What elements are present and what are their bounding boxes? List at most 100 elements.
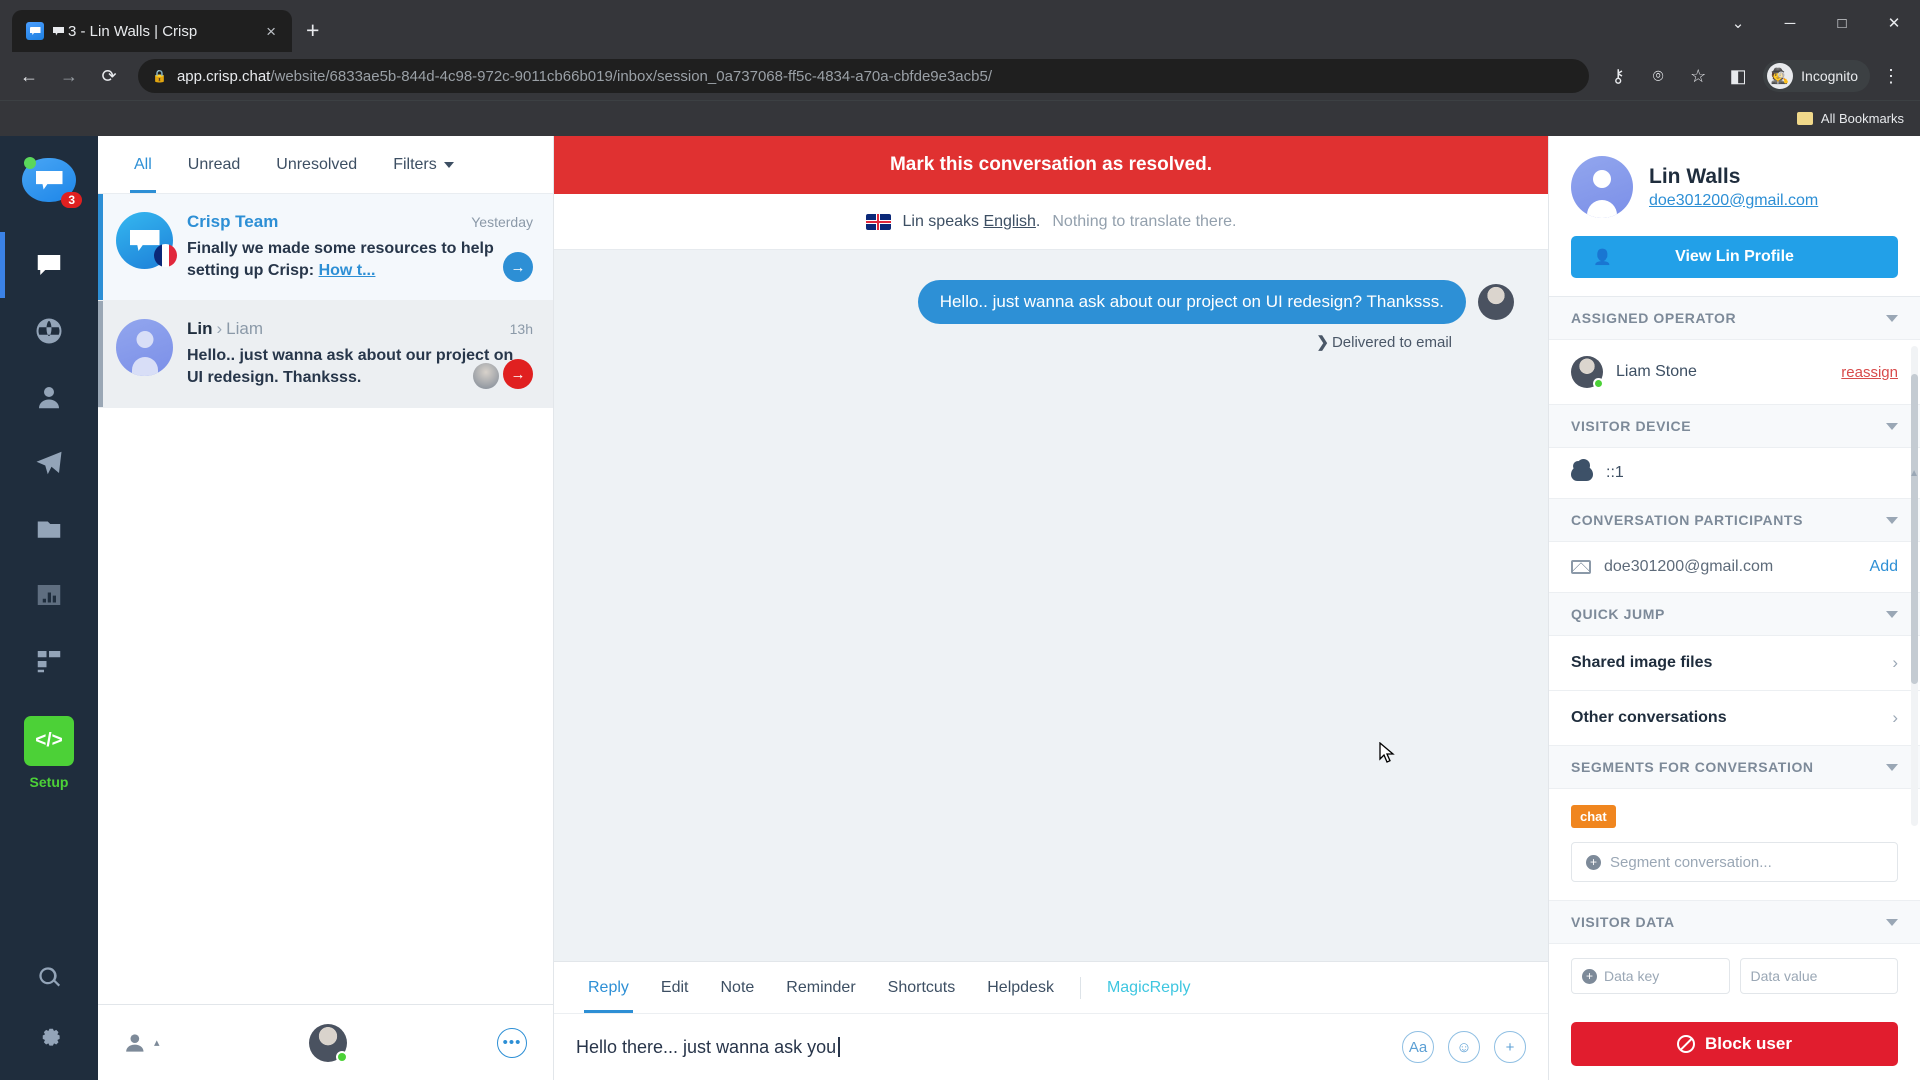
gear-icon[interactable] [26, 1012, 72, 1058]
translation-bar: Lin speaks English. Nothing to translate… [554, 194, 1548, 250]
all-bookmarks-label[interactable]: All Bookmarks [1821, 111, 1904, 126]
scrollbar-thumb[interactable] [1911, 374, 1918, 684]
section-conversation-participants[interactable]: CONVERSATION PARTICIPANTS [1549, 499, 1920, 542]
participant-email: doe301200@gmail.com [1604, 558, 1773, 576]
mail-icon [1571, 560, 1591, 574]
close-icon[interactable]: × [262, 21, 280, 42]
sidebar-item-visitors[interactable] [0, 298, 98, 364]
chevron-down-icon [1886, 611, 1898, 618]
forward-icon[interactable]: → [50, 57, 88, 95]
address-bar[interactable]: 🔒 app.crisp.chat/website/6833ae5b-844d-4… [138, 59, 1589, 93]
sidebar-item-analytics[interactable] [0, 562, 98, 628]
window-close-icon[interactable]: ✕ [1868, 14, 1920, 32]
composer-tabs: Reply Edit Note Reminder Shortcuts Helpd… [554, 962, 1548, 1014]
visitor-email[interactable]: doe301200@gmail.com [1649, 192, 1818, 210]
operator-name: Liam Stone [1616, 363, 1697, 381]
more-options-icon[interactable]: ••• [497, 1028, 527, 1058]
open-conversation-icon[interactable]: → [503, 252, 533, 282]
maximize-icon[interactable]: □ [1816, 15, 1868, 32]
app-root: 3 - Lin Walls | Crisp × + ⌄ ─ □ ✕ ← → ⟳ … [0, 0, 1920, 1080]
section-visitor-device[interactable]: VISITOR DEVICE [1549, 405, 1920, 448]
operator-filter-button[interactable]: ▴ [124, 1030, 160, 1056]
tab-filters[interactable]: Filters [375, 136, 472, 193]
emoji-icon[interactable]: ☺ [1448, 1031, 1480, 1063]
participant-row: doe301200@gmail.com Add [1549, 542, 1920, 593]
quick-jump-label: Other conversations [1571, 709, 1727, 727]
language-name[interactable]: English [983, 213, 1035, 230]
section-quick-jump[interactable]: QUICK JUMP [1549, 593, 1920, 636]
tracking-protection-icon[interactable]: ⌾ [1639, 57, 1677, 95]
tab-reply[interactable]: Reply [572, 962, 645, 1013]
crisp-logo[interactable]: 3 [22, 158, 76, 206]
new-tab-button[interactable]: + [306, 17, 319, 44]
section-segments[interactable]: SEGMENTS FOR CONVERSATION [1549, 746, 1920, 789]
message-row: Hello.. just wanna ask about our project… [588, 280, 1514, 324]
section-assigned-operator[interactable]: ASSIGNED OPERATOR [1549, 297, 1920, 340]
block-user-button[interactable]: Block user [1571, 1022, 1898, 1066]
tab-unresolved[interactable]: Unresolved [258, 136, 375, 193]
setup-button[interactable]: </> Setup [24, 716, 74, 790]
list-item[interactable]: Crisp Team Yesterday Finally we made som… [98, 194, 553, 301]
reload-icon[interactable]: ⟳ [90, 57, 128, 95]
chevron-right-icon: › [1892, 653, 1898, 673]
scroll-up-icon[interactable]: ▲ [1909, 468, 1919, 479]
sidebar-item-contacts[interactable] [0, 364, 98, 430]
password-key-icon[interactable]: ⚷ [1599, 57, 1637, 95]
minimize-icon[interactable]: ⌄ [1712, 14, 1764, 32]
bookmarks-bar: All Bookmarks [0, 100, 1920, 136]
chevron-right-icon: › [1892, 708, 1898, 728]
tab-helpdesk[interactable]: Helpdesk [971, 962, 1070, 1013]
section-title: SEGMENTS FOR CONVERSATION [1571, 759, 1814, 775]
reassign-link[interactable]: reassign [1841, 364, 1898, 381]
search-icon[interactable] [26, 954, 72, 1000]
device-value: ::1 [1606, 464, 1624, 482]
browser-menu-icon[interactable]: ⋮ [1872, 57, 1910, 95]
tab-edit[interactable]: Edit [645, 962, 705, 1013]
incognito-profile-button[interactable]: 🕵 Incognito [1763, 60, 1870, 92]
add-attachment-icon[interactable]: + [1494, 1031, 1526, 1063]
restore-icon[interactable]: ─ [1764, 15, 1816, 32]
tab-reminder[interactable]: Reminder [770, 962, 871, 1013]
sidebar-item-campaigns[interactable] [0, 430, 98, 496]
data-value-input[interactable]: Data value [1740, 958, 1899, 994]
panel-scrollbar[interactable] [1911, 346, 1918, 826]
tab-note[interactable]: Note [704, 962, 770, 1013]
quick-jump-other-conversations[interactable]: Other conversations › [1549, 691, 1920, 746]
conversation-panel: Mark this conversation as resolved. Lin … [554, 136, 1548, 1080]
tab-unread-label: Unread [188, 156, 240, 174]
tab-shortcuts[interactable]: Shortcuts [872, 962, 972, 1013]
mark-resolved-banner[interactable]: Mark this conversation as resolved. [554, 136, 1548, 194]
avatar [116, 319, 173, 376]
incognito-label: Incognito [1801, 68, 1858, 84]
quick-jump-shared-images[interactable]: Shared image files › [1549, 636, 1920, 691]
bookmark-star-icon[interactable]: ☆ [1679, 57, 1717, 95]
conversation-list-footer: ▴ ••• [98, 1004, 553, 1080]
preview-link[interactable]: How t... [319, 262, 376, 279]
sidebar-item-plugins[interactable] [0, 628, 98, 694]
tab-unread[interactable]: Unread [170, 136, 258, 193]
format-text-icon[interactable]: Aa [1402, 1031, 1434, 1063]
browser-tab[interactable]: 3 - Lin Walls | Crisp × [12, 10, 292, 52]
tab-title-wrap: 3 - Lin Walls | Crisp [53, 23, 253, 40]
add-participant-link[interactable]: Add [1870, 558, 1898, 576]
back-icon[interactable]: ← [10, 57, 48, 95]
data-key-input[interactable]: +Data key [1571, 958, 1730, 994]
magic-prefix: Magic [1107, 979, 1150, 997]
tab-magic-reply[interactable]: MagicReply [1091, 962, 1207, 1013]
url-path: /website/6833ae5b-844d-4c98-972c-9011cb6… [270, 68, 992, 85]
avatar[interactable] [309, 1024, 347, 1062]
segment-input[interactable]: + Segment conversation... [1571, 842, 1898, 882]
list-item[interactable]: Lin›Liam 13h Hello.. just wanna ask abou… [98, 301, 553, 408]
sidebar-item-helpdesk[interactable] [0, 496, 98, 562]
grid-icon [34, 646, 64, 676]
sidebar-item-inbox[interactable] [0, 232, 98, 298]
status-badge[interactable]: chat [1571, 805, 1616, 828]
browser-toolbar: ← → ⟳ 🔒 app.crisp.chat/website/6833ae5b-… [0, 52, 1920, 100]
side-panel-icon[interactable]: ◧ [1719, 57, 1757, 95]
section-visitor-data[interactable]: VISITOR DATA [1549, 901, 1920, 944]
chevron-down-icon [1886, 423, 1898, 430]
view-profile-button[interactable]: 👤 View Lin Profile [1571, 236, 1898, 278]
message-input[interactable]: Hello there... just wanna ask you [576, 1037, 1386, 1058]
tab-all[interactable]: All [116, 136, 170, 193]
ban-icon [1677, 1035, 1695, 1053]
